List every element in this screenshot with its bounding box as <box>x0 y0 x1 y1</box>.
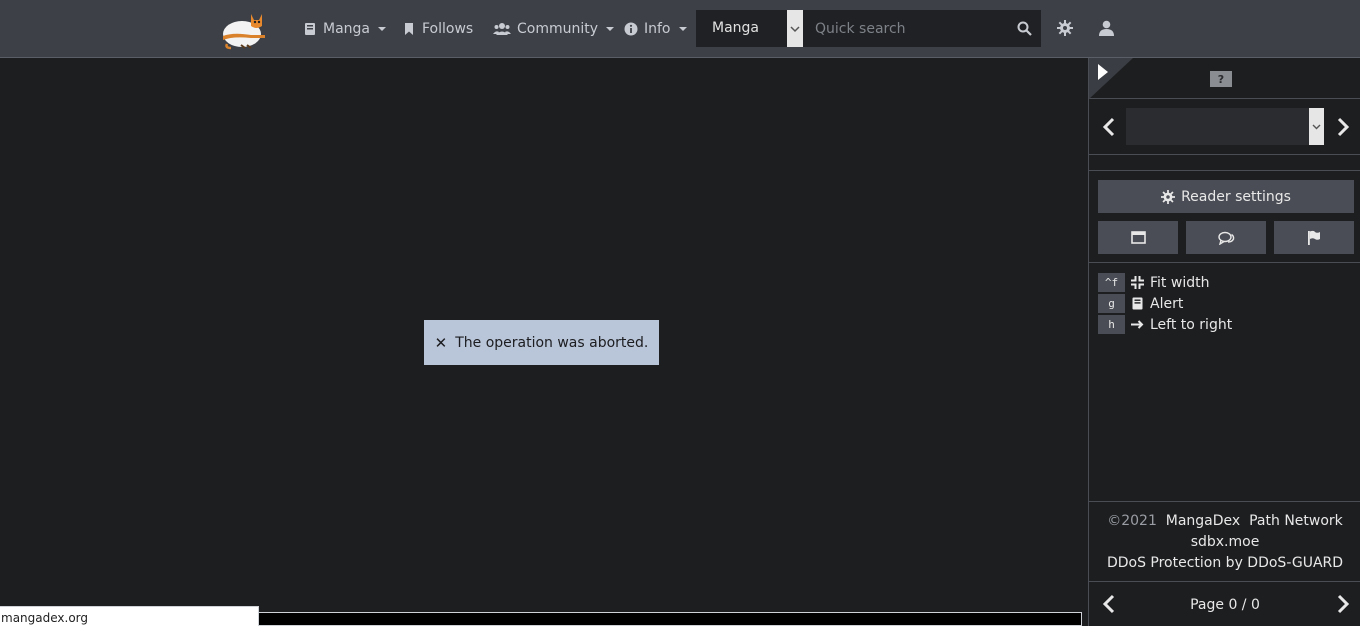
comments-button[interactable] <box>1186 221 1266 254</box>
nav-manga-label: Manga <box>323 21 370 37</box>
ddos-guard-link[interactable]: DDoS Protection by DDoS-GUARD <box>1107 555 1343 571</box>
alert-message: The operation was aborted. <box>455 334 649 351</box>
quick-search-input[interactable] <box>803 10 1008 47</box>
bookmark-icon <box>405 23 413 35</box>
info-circle-icon <box>624 22 638 36</box>
chevron-right-icon[interactable] <box>1333 594 1353 614</box>
users-icon <box>493 23 511 35</box>
sidebar-spacer <box>1089 155 1360 171</box>
browser-status-url: mangadex.org <box>0 606 259 626</box>
window-icon <box>1130 231 1146 244</box>
page-indicator: Page 0 / 0 <box>1190 597 1260 613</box>
nav-community-dropdown[interactable]: Community <box>493 19 615 39</box>
error-alert: ✕ The operation was aborted. <box>424 320 659 365</box>
shortcut-direction[interactable]: h Left to right <box>1098 315 1232 334</box>
path-network-link[interactable]: Path Network <box>1249 513 1343 529</box>
sidebar-collapse-toggle[interactable] <box>1089 58 1133 99</box>
nav-follows-link[interactable]: Follows <box>402 19 473 39</box>
book-icon <box>305 23 315 35</box>
top-navbar: Manga Follows Community Info Manga <box>0 0 1360 58</box>
caret-down-icon <box>678 27 687 31</box>
search-icon <box>1017 21 1032 36</box>
nav-follows-label: Follows <box>422 21 474 37</box>
reader-sidebar: ? Reader settings ^f Fit width g Alert h… <box>1088 58 1360 626</box>
gear-icon <box>1057 20 1073 36</box>
caret-down-icon <box>378 27 386 31</box>
reader-settings-button[interactable]: Reader settings <box>1098 180 1354 213</box>
sidebar-header: ? <box>1089 58 1360 99</box>
sidebar-divider <box>1089 262 1360 263</box>
nav-info-dropdown[interactable]: Info <box>624 19 687 39</box>
chevron-down-icon <box>1312 124 1321 130</box>
close-icon[interactable]: ✕ <box>435 334 448 352</box>
nav-community-label: Community <box>517 21 599 37</box>
shortcut-display-mode[interactable]: g Alert <box>1098 294 1183 313</box>
user-menu-dropdown[interactable] <box>1099 20 1120 36</box>
compress-icon <box>1131 276 1144 289</box>
shortcut-key: g <box>1098 294 1125 313</box>
arrow-right-icon <box>1131 320 1144 329</box>
shortcut-key: ^f <box>1098 273 1125 292</box>
reader-progress-bar[interactable] <box>255 612 1082 626</box>
mangadex-link[interactable]: MangaDex <box>1166 513 1240 529</box>
shortcut-label: Fit width <box>1150 274 1210 291</box>
shortcut-key: h <box>1098 315 1125 334</box>
chapter-select[interactable] <box>1126 108 1309 145</box>
copyright-text: ©2021 <box>1107 513 1157 529</box>
host-link[interactable]: sdbx.moe <box>1191 534 1260 550</box>
chevron-left-icon[interactable] <box>1099 117 1119 137</box>
manga-page-button[interactable] <box>1098 221 1178 254</box>
chapter-select-dropdown-arrow[interactable] <box>1309 108 1324 145</box>
report-button[interactable] <box>1274 221 1354 254</box>
search-type-dropdown-arrow[interactable] <box>787 10 803 47</box>
user-icon <box>1099 20 1114 36</box>
search-type-select[interactable]: Manga <box>696 10 787 47</box>
comments-icon <box>1217 231 1234 245</box>
settings-button[interactable] <box>1057 20 1073 40</box>
chevron-right-icon[interactable] <box>1333 117 1353 137</box>
nav-info-label: Info <box>644 21 671 37</box>
chevron-down-icon <box>790 25 800 32</box>
gear-icon <box>1161 189 1176 204</box>
search-button[interactable] <box>1008 10 1041 47</box>
reader-settings-label: Reader settings <box>1181 188 1291 205</box>
nav-manga-dropdown[interactable]: Manga <box>303 19 386 39</box>
shortcut-label: Left to right <box>1150 316 1233 333</box>
mangadex-cat-logo-icon[interactable] <box>221 10 267 50</box>
flag-icon <box>1308 230 1320 245</box>
shortcut-label: Alert <box>1150 295 1184 312</box>
caret-right-icon[interactable] <box>1098 64 1108 80</box>
sidebar-footer: ©2021 MangaDex Path Network sdbx.moe DDo… <box>1089 501 1360 581</box>
book-icon <box>1132 297 1143 310</box>
chapter-navigation <box>1089 99 1360 155</box>
shortcut-fit-width[interactable]: ^f Fit width <box>1098 273 1209 292</box>
caret-down-icon <box>606 27 615 31</box>
help-button[interactable]: ? <box>1210 71 1232 87</box>
page-navigation: Page 0 / 0 <box>1089 581 1360 626</box>
